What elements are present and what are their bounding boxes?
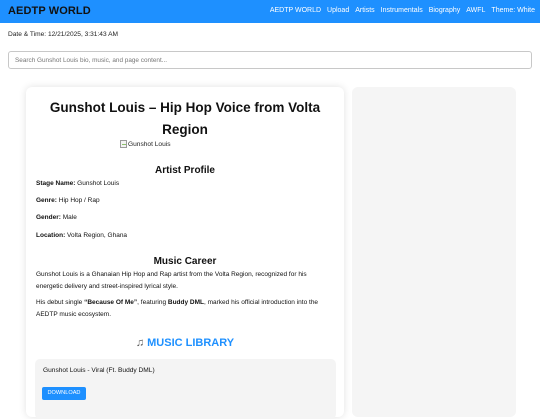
datetime-display: Date & Time: 12/21/2025, 3:31:43 AM: [8, 31, 118, 38]
profile-gender: Gender: Male: [36, 214, 77, 221]
music-career-heading: Music Career: [153, 256, 217, 267]
profile-label: Gender:: [36, 214, 61, 221]
music-library-title: MUSIC LIBRARY: [147, 337, 235, 349]
music-notes-icon: ♫: [135, 337, 145, 349]
nav-link-aedtp-world[interactable]: AEDTP WORLD: [270, 7, 321, 14]
profile-value: Gunshot Louis: [75, 180, 120, 187]
profile-value: Volta Region, Ghana: [65, 232, 128, 239]
nav-links: AEDTP WORLD Upload Artists Instrumentals…: [270, 7, 535, 14]
artist-image-alt: Gunshot Louis: [128, 140, 171, 148]
nav-link-instrumentals[interactable]: Instrumentals: [381, 7, 423, 14]
page-title: Gunshot Louis – Hip Hop Voice from Volta…: [49, 100, 321, 137]
nav-link-awfl[interactable]: AWFL: [466, 7, 485, 14]
text-segment: , featuring: [137, 299, 168, 306]
career-paragraph-2: His debut single “Because Of Me”, featur…: [36, 297, 332, 320]
nav-link-biography[interactable]: Biography: [429, 7, 461, 14]
career-paragraph-1: Gunshot Louis is a Ghanaian Hip Hop and …: [36, 271, 307, 290]
nav-link-artists[interactable]: Artists: [355, 7, 374, 14]
profile-label: Stage Name:: [36, 180, 76, 187]
profile-label: Genre:: [36, 197, 57, 204]
top-navbar: AEDTP WORLD AEDTP WORLD Upload Artists I…: [0, 0, 540, 23]
profile-genre: Genre: Hip Hop / Rap: [36, 197, 100, 204]
text-segment: His debut single: [36, 299, 85, 306]
site-brand[interactable]: AEDTP WORLD: [8, 5, 91, 17]
theme-toggle[interactable]: Theme: White: [491, 7, 535, 14]
broken-image-icon: [120, 140, 127, 148]
featured-artist: Buddy DML: [167, 299, 204, 306]
profile-label: Location:: [36, 232, 66, 239]
music-library-heading: ♫ MUSIC LIBRARY: [26, 337, 344, 349]
nav-link-upload[interactable]: Upload: [327, 7, 349, 14]
sidebar-panel: [352, 87, 516, 417]
profile-value: Male: [60, 214, 77, 221]
profile-stage-name: Stage Name: Gunshot Louis: [36, 180, 119, 187]
artist-profile-heading: Artist Profile: [154, 165, 215, 176]
artist-image: Gunshot Louis: [120, 140, 171, 148]
track-title: Gunshot Louis - Viral (Ft. Buddy DML): [43, 367, 155, 374]
debut-single-title: “Because Of Me”: [84, 299, 138, 306]
profile-location: Location: Volta Region, Ghana: [36, 232, 127, 239]
download-button[interactable]: DOWNLOAD: [42, 387, 86, 400]
search-input[interactable]: [8, 51, 532, 69]
profile-value: Hip Hop / Rap: [56, 197, 100, 204]
